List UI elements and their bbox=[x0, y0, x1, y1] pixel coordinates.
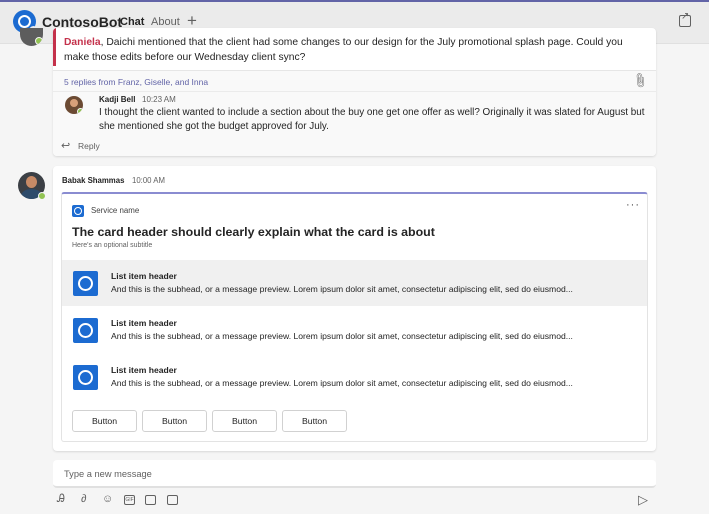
reply-author: Kadji Bell bbox=[99, 95, 136, 104]
list-item-icon bbox=[73, 271, 98, 296]
reply-arrow-icon[interactable]: ↩ bbox=[61, 139, 70, 152]
presence-available-icon bbox=[35, 37, 43, 45]
divider bbox=[53, 91, 656, 92]
message-input[interactable]: Type a new message bbox=[64, 469, 152, 479]
popout-icon[interactable] bbox=[679, 11, 691, 27]
service-icon bbox=[72, 205, 84, 217]
avatar[interactable] bbox=[20, 28, 43, 46]
tab-chat[interactable]: Chat bbox=[120, 16, 145, 37]
previous-message: Daniela, Daichi mentioned that the clien… bbox=[53, 28, 656, 156]
urgent-indicator bbox=[53, 28, 56, 66]
card-button-4[interactable]: Button bbox=[282, 410, 347, 432]
card-button-1[interactable]: Button bbox=[72, 410, 137, 432]
reply-thread: 5 replies from Franz, Giselle, and Inna … bbox=[53, 71, 656, 156]
gif-icon[interactable]: GIF bbox=[124, 495, 135, 505]
format-icon[interactable]: Ꭿ bbox=[57, 493, 65, 506]
message-author: Babak Shammas bbox=[62, 176, 125, 185]
card-button-2[interactable]: Button bbox=[142, 410, 207, 432]
list-item[interactable]: List item header And this is the subhead… bbox=[62, 354, 647, 400]
header-accent-line bbox=[0, 0, 709, 2]
replies-summary-link[interactable]: 5 replies from Franz, Giselle, and Inna bbox=[64, 77, 208, 87]
message-text: Daniela, Daichi mentioned that the clien… bbox=[64, 35, 649, 65]
send-icon[interactable]: ▷ bbox=[638, 492, 648, 508]
reply-timestamp: 10:23 AM bbox=[142, 95, 176, 104]
presence-available-icon bbox=[38, 192, 46, 200]
list-item[interactable]: List item header And this is the subhead… bbox=[62, 307, 647, 353]
avatar[interactable] bbox=[65, 96, 83, 114]
list-item[interactable]: List item header And this is the subhead… bbox=[62, 260, 647, 306]
list-item-header: List item header bbox=[111, 365, 177, 375]
mention[interactable]: Daniela bbox=[64, 37, 101, 48]
paperclip-icon: 📎︎ bbox=[630, 71, 649, 90]
sticker-icon[interactable] bbox=[145, 495, 156, 505]
tab-about[interactable]: About bbox=[151, 16, 180, 28]
schedule-meeting-icon[interactable] bbox=[167, 495, 178, 505]
emoji-icon[interactable]: ☺ bbox=[102, 493, 113, 505]
reply-text: I thought the client wanted to include a… bbox=[99, 107, 645, 132]
compose-box[interactable]: Type a new message bbox=[53, 460, 656, 488]
card-subtitle: Here's an optional subtitle bbox=[72, 242, 153, 249]
more-options-button[interactable]: ··· bbox=[626, 199, 640, 211]
bot-message: Babak Shammas 10:00 AM Service name ··· … bbox=[53, 166, 656, 451]
presence-available-icon bbox=[77, 108, 83, 114]
list-item-header: List item header bbox=[111, 318, 177, 328]
service-name: Service name bbox=[91, 206, 140, 215]
list-item-subhead: And this is the subhead, or a message pr… bbox=[111, 331, 573, 341]
attach-icon[interactable]: ∂ bbox=[81, 493, 86, 505]
reply-button[interactable]: Reply bbox=[78, 141, 100, 151]
message-body: , Daichi mentioned that the client had s… bbox=[64, 37, 623, 63]
list-item-icon bbox=[73, 365, 98, 390]
card-button-3[interactable]: Button bbox=[212, 410, 277, 432]
message-timestamp: 10:00 AM bbox=[132, 176, 165, 185]
list-item-subhead: And this is the subhead, or a message pr… bbox=[111, 284, 573, 294]
list-item-subhead: And this is the subhead, or a message pr… bbox=[111, 378, 573, 388]
list-item-header: List item header bbox=[111, 271, 177, 281]
adaptive-card: Service name ··· The card header should … bbox=[61, 192, 648, 442]
card-title: The card header should clearly explain w… bbox=[72, 225, 435, 239]
list-item-icon bbox=[73, 318, 98, 343]
